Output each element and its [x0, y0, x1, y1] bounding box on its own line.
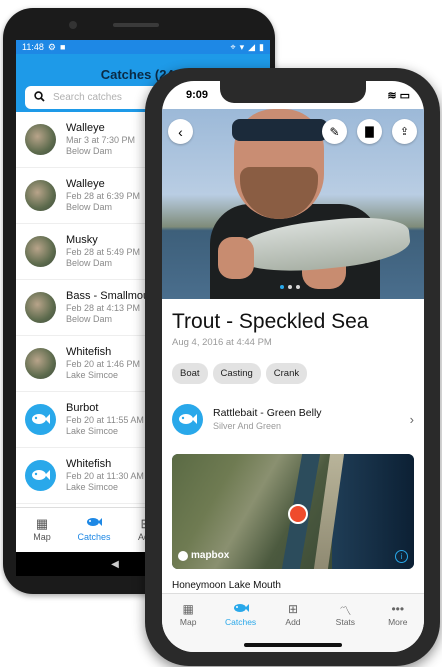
- catch-map[interactable]: mapbox i: [172, 454, 414, 569]
- nav-catches[interactable]: Catches: [68, 508, 120, 552]
- iphone-screen: 9:09 ≋ ▭ ‹ ✎ ▇ ⇪ Trout - Speckled Sea Au…: [162, 81, 424, 652]
- catch-date: Feb 20 at 1:46 PM: [66, 358, 141, 369]
- edit-button[interactable]: ✎: [322, 119, 347, 144]
- signal-icon: ◢: [248, 41, 256, 52]
- catch-thumbnail: [25, 124, 56, 155]
- info-icon[interactable]: i: [395, 550, 408, 563]
- page-dot: [296, 285, 300, 289]
- catch-thumbnail: [25, 180, 56, 211]
- tab-map[interactable]: ▦ Map: [163, 594, 213, 652]
- catch-date: Feb 28 at 6:39 PM: [66, 190, 141, 201]
- tab-label: Catches: [224, 617, 257, 627]
- share-icon: ⇪: [399, 126, 410, 138]
- wifi-icon: ≋: [387, 89, 397, 102]
- front-camera: [69, 21, 77, 29]
- catch-photo[interactable]: [162, 109, 424, 299]
- fish-icon: [216, 602, 266, 617]
- catch-species: Burbot: [66, 401, 99, 414]
- tab-label: More: [388, 617, 408, 627]
- back-triangle-icon[interactable]: ◀: [111, 559, 119, 570]
- earpiece-speaker: [113, 23, 159, 27]
- bait-name: Rattlebait - Green Belly: [213, 407, 322, 419]
- bait-avatar: [172, 403, 203, 435]
- page-dot: [280, 285, 284, 289]
- bait-row[interactable]: Rattlebait - Green Belly Silver And Gree…: [172, 401, 414, 437]
- notification-icon: ■: [59, 42, 66, 52]
- tab-more[interactable]: ••• More: [373, 594, 423, 652]
- status-time: 9:09: [186, 89, 209, 101]
- catch-location-pin[interactable]: [288, 504, 308, 524]
- home-indicator: [244, 643, 342, 647]
- fish-icon: [25, 404, 56, 435]
- tag-chips: Boat Casting Crank: [172, 363, 308, 384]
- catch-species: Walleye: [66, 121, 105, 134]
- catch-location: Below Dam: [66, 257, 113, 268]
- settings-icon: ⚙: [47, 41, 56, 52]
- catch-thumbnail: [25, 292, 56, 323]
- location-icon: ⌖: [230, 41, 236, 52]
- more-icon: •••: [391, 602, 405, 616]
- trash-icon: ▇: [365, 126, 374, 138]
- wifi-icon: ▾: [239, 41, 245, 52]
- catch-datetime: Aug 4, 2016 at 4:44 PM: [172, 337, 272, 348]
- catch-location: Below Dam: [66, 145, 113, 156]
- catch-date: Feb 28 at 5:49 PM: [66, 246, 141, 257]
- fish-icon: [68, 516, 120, 532]
- page-dot: [288, 285, 292, 289]
- tag-chip: Boat: [172, 363, 208, 384]
- mapbox-logo: mapbox: [178, 550, 229, 561]
- location-name: Honeymoon Lake Mouth: [172, 580, 281, 591]
- catch-location: Lake Simcoe: [66, 481, 119, 492]
- catch-location: Lake Simcoe: [66, 369, 119, 380]
- battery-icon: ▭: [399, 89, 410, 102]
- android-status-bar: 11:48 ⚙ ■ ⌖ ▾ ◢ ▮: [16, 40, 270, 54]
- catch-date: Feb 20 at 11:55 AM: [66, 414, 144, 425]
- back-button[interactable]: ‹: [168, 119, 193, 144]
- add-icon: ⊞: [287, 602, 298, 616]
- tab-label: Stats: [335, 617, 356, 627]
- ios-status-bar: 9:09 ≋ ▭: [162, 81, 424, 109]
- nav-map[interactable]: ▦ Map: [16, 508, 68, 552]
- share-button[interactable]: ⇪: [392, 119, 417, 144]
- catch-thumbnail: [25, 236, 56, 267]
- stats-icon: 〽: [339, 604, 352, 618]
- catch-species: Walleye: [66, 177, 105, 190]
- tab-label: Add: [285, 617, 301, 627]
- catch-species: Whitefish: [66, 457, 112, 470]
- catch-title: Trout - Speckled Sea: [172, 310, 369, 333]
- photo-page-indicator: [280, 285, 300, 289]
- nav-label: Map: [33, 532, 51, 542]
- battery-icon: ▮: [259, 41, 264, 52]
- chevron-left-icon: ‹: [178, 123, 183, 140]
- bait-variant: Silver And Green: [213, 421, 282, 431]
- map-icon: ▦: [35, 516, 49, 531]
- pencil-icon: ✎: [329, 124, 340, 139]
- catch-thumbnail: [25, 348, 56, 379]
- catch-date: Feb 20 at 11:30 AM: [66, 470, 144, 481]
- tag-chip: Crank: [265, 363, 308, 384]
- tab-label: Map: [179, 617, 197, 627]
- chevron-right-icon: ›: [409, 411, 414, 427]
- search-icon: [25, 90, 53, 105]
- catch-species: Musky: [66, 233, 98, 246]
- catch-date: Mar 3 at 7:30 PM: [66, 134, 136, 145]
- catch-species: Whitefish: [66, 345, 112, 358]
- delete-button[interactable]: ▇: [357, 119, 382, 144]
- catch-location: Lake Simcoe: [66, 425, 119, 436]
- status-time: 11:48: [22, 42, 44, 52]
- iphone: 9:09 ≋ ▭ ‹ ✎ ▇ ⇪ Trout - Speckled Sea Au…: [145, 68, 440, 666]
- tag-chip: Casting: [212, 363, 261, 384]
- map-icon: ▦: [182, 602, 194, 616]
- fish-icon: [25, 460, 56, 491]
- nav-label: Catches: [77, 532, 111, 542]
- search-input[interactable]: Search catches: [53, 92, 122, 103]
- catch-location: Below Dam: [66, 201, 113, 212]
